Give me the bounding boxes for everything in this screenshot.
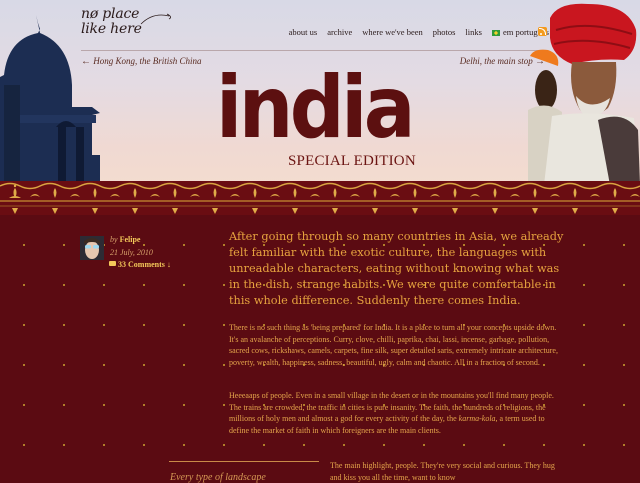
- previous-post-link[interactable]: ← Hong Kong, the British China: [81, 56, 202, 67]
- site-header: nø place like here about us archive wher…: [0, 0, 640, 185]
- post-date: 21 July, 2010: [110, 248, 153, 257]
- comment-bubble-icon: [109, 261, 116, 266]
- logo-swirl-icon: [140, 13, 171, 25]
- sidebar-photo-caption: Every type of landscape: [170, 472, 266, 483]
- comments-link[interactable]: 33 Comments ↓: [109, 260, 171, 269]
- main-nav: about us archive where we've been photos…: [279, 27, 549, 37]
- byline-prefix: by: [110, 235, 118, 244]
- post-paragraph-1: There is no such thing as 'being prepare…: [229, 323, 558, 367]
- nav-about-us[interactable]: about us: [289, 27, 318, 37]
- page-title-india: india: [216, 65, 416, 150]
- page-title-word: india: [216, 65, 412, 150]
- next-post-label: Delhi, the main stop: [459, 56, 533, 66]
- nav-photos[interactable]: photos: [433, 27, 456, 37]
- avatar-image: [80, 236, 104, 260]
- post-paragraph-2: Heeeaaps of people. Even in a small vill…: [229, 390, 559, 436]
- ornamental-border: [0, 181, 640, 215]
- nav-where-weve-been[interactable]: where we've been: [362, 27, 423, 37]
- men-with-turbans-image: [528, 3, 640, 185]
- author-avatar[interactable]: [80, 236, 104, 260]
- special-edition-subtitle: SPECIAL EDITION: [288, 153, 416, 169]
- palace-dome-image: [0, 15, 100, 185]
- post-lead-paragraph: After going through so many countries in…: [229, 230, 564, 307]
- sidebar-divider: [169, 461, 319, 462]
- nav-archive[interactable]: archive: [327, 27, 352, 37]
- karma-kola-term: karma-kola: [458, 414, 496, 423]
- brazil-flag-icon: [491, 30, 500, 37]
- post-byline: by Felipe: [110, 235, 140, 244]
- nav-links[interactable]: links: [465, 27, 482, 37]
- arrow-left-icon: ←: [81, 56, 91, 67]
- previous-post-label: Hong Kong, the British China: [93, 56, 202, 66]
- author-name-link[interactable]: Felipe: [120, 235, 141, 244]
- arrow-down-icon: ↓: [164, 260, 171, 269]
- header-divider: [81, 50, 543, 51]
- comments-count-label: 33 Comments: [118, 260, 165, 269]
